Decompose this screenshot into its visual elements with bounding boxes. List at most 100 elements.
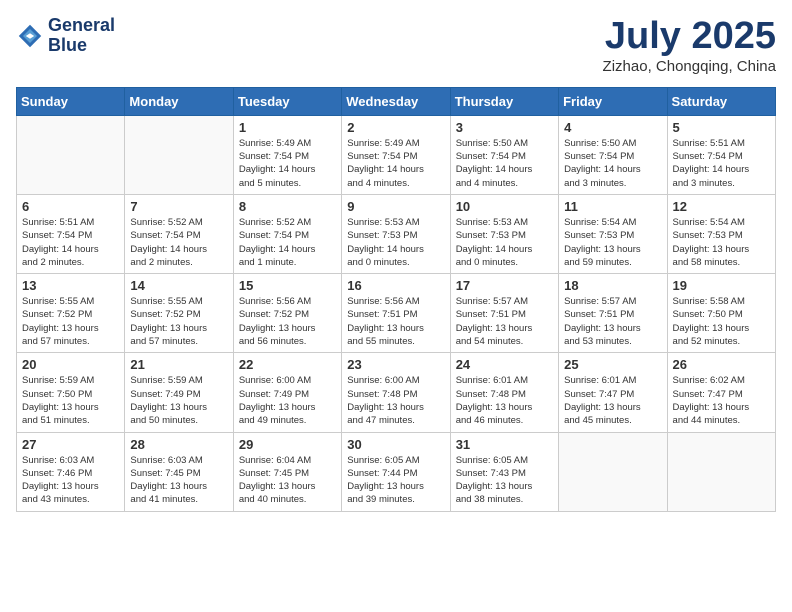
logo-icon bbox=[16, 22, 44, 50]
day-number: 6 bbox=[22, 199, 119, 214]
day-number: 19 bbox=[673, 278, 770, 293]
day-number: 17 bbox=[456, 278, 553, 293]
day-number: 24 bbox=[456, 357, 553, 372]
calendar-cell: 21 Sunrise: 5:59 AM Sunset: 7:49 PM Dayli… bbox=[125, 353, 233, 432]
weekday-header-sunday: Sunday bbox=[17, 87, 125, 115]
calendar-cell: 8 Sunrise: 5:52 AM Sunset: 7:54 PM Daylig… bbox=[233, 194, 341, 273]
day-number: 25 bbox=[564, 357, 661, 372]
day-number: 21 bbox=[130, 357, 227, 372]
logo: General Blue bbox=[16, 16, 115, 56]
calendar-week-row: 13Sunrise: 5:55 AM Sunset: 7:52 PM Dayli… bbox=[17, 274, 776, 353]
day-info: Sunrise: 5:57 AM Sunset: 7:51 PM Dayligh… bbox=[564, 295, 661, 348]
calendar-cell: 6 Sunrise: 5:51 AM Sunset: 7:54 PM Daylig… bbox=[17, 194, 125, 273]
day-info: Sunrise: 6:02 AM Sunset: 7:47 PM Dayligh… bbox=[673, 374, 770, 427]
calendar-cell: 15 Sunrise: 5:56 AM Sunset: 7:52 PM Dayli… bbox=[233, 274, 341, 353]
day-info: Sunrise: 6:05 AM Sunset: 7:43 PM Dayligh… bbox=[456, 454, 553, 507]
calendar-cell: 22 Sunrise: 6:00 AM Sunset: 7:49 PM Dayli… bbox=[233, 353, 341, 432]
day-info: Sunrise: 5:53 AM Sunset: 7:53 PM Dayligh… bbox=[456, 216, 553, 269]
day-number: 26 bbox=[673, 357, 770, 372]
calendar-cell: 25 Sunrise: 6:01 AM Sunset: 7:47 PM Dayli… bbox=[559, 353, 667, 432]
calendar-cell bbox=[667, 432, 775, 511]
calendar-cell: 31 Sunrise: 6:05 AM Sunset: 7:43 PM Dayli… bbox=[450, 432, 558, 511]
calendar-cell: 13Sunrise: 5:55 AM Sunset: 7:52 PM Dayli… bbox=[17, 274, 125, 353]
day-number: 3 bbox=[456, 120, 553, 135]
calendar-cell: 14 Sunrise: 5:55 AM Sunset: 7:52 PM Dayli… bbox=[125, 274, 233, 353]
day-info: Sunrise: 6:01 AM Sunset: 7:48 PM Dayligh… bbox=[456, 374, 553, 427]
day-info: Sunrise: 5:54 AM Sunset: 7:53 PM Dayligh… bbox=[673, 216, 770, 269]
day-number: 27 bbox=[22, 437, 119, 452]
calendar-cell: 12 Sunrise: 5:54 AM Sunset: 7:53 PM Dayli… bbox=[667, 194, 775, 273]
calendar-cell: 30 Sunrise: 6:05 AM Sunset: 7:44 PM Dayli… bbox=[342, 432, 450, 511]
day-number: 8 bbox=[239, 199, 336, 214]
calendar-cell: 27 Sunrise: 6:03 AM Sunset: 7:46 PM Dayli… bbox=[17, 432, 125, 511]
day-info: Sunrise: 5:49 AM Sunset: 7:54 PM Dayligh… bbox=[239, 137, 336, 190]
calendar-cell: 1 Sunrise: 5:49 AM Sunset: 7:54 PM Daylig… bbox=[233, 115, 341, 194]
day-number: 15 bbox=[239, 278, 336, 293]
calendar-week-row: 1 Sunrise: 5:49 AM Sunset: 7:54 PM Daylig… bbox=[17, 115, 776, 194]
day-info: Sunrise: 6:03 AM Sunset: 7:46 PM Dayligh… bbox=[22, 454, 119, 507]
weekday-header-friday: Friday bbox=[559, 87, 667, 115]
weekday-header-tuesday: Tuesday bbox=[233, 87, 341, 115]
day-info: Sunrise: 5:55 AM Sunset: 7:52 PM Dayligh… bbox=[22, 295, 119, 348]
day-number: 12 bbox=[673, 199, 770, 214]
calendar-cell: 10Sunrise: 5:53 AM Sunset: 7:53 PM Dayli… bbox=[450, 194, 558, 273]
month-title: July 2025 bbox=[603, 16, 776, 58]
calendar-table: SundayMondayTuesdayWednesdayThursdayFrid… bbox=[16, 87, 776, 512]
day-info: Sunrise: 6:00 AM Sunset: 7:48 PM Dayligh… bbox=[347, 374, 444, 427]
day-info: Sunrise: 5:59 AM Sunset: 7:50 PM Dayligh… bbox=[22, 374, 119, 427]
day-info: Sunrise: 6:04 AM Sunset: 7:45 PM Dayligh… bbox=[239, 454, 336, 507]
day-number: 11 bbox=[564, 199, 661, 214]
calendar-week-row: 6 Sunrise: 5:51 AM Sunset: 7:54 PM Daylig… bbox=[17, 194, 776, 273]
calendar-cell: 9 Sunrise: 5:53 AM Sunset: 7:53 PM Daylig… bbox=[342, 194, 450, 273]
day-number: 4 bbox=[564, 120, 661, 135]
calendar-cell bbox=[17, 115, 125, 194]
day-number: 9 bbox=[347, 199, 444, 214]
calendar-cell: 7Sunrise: 5:52 AM Sunset: 7:54 PM Daylig… bbox=[125, 194, 233, 273]
calendar-cell: 16Sunrise: 5:56 AM Sunset: 7:51 PM Dayli… bbox=[342, 274, 450, 353]
calendar-cell: 17 Sunrise: 5:57 AM Sunset: 7:51 PM Dayli… bbox=[450, 274, 558, 353]
day-number: 22 bbox=[239, 357, 336, 372]
calendar-cell: 26 Sunrise: 6:02 AM Sunset: 7:47 PM Dayli… bbox=[667, 353, 775, 432]
day-number: 20 bbox=[22, 357, 119, 372]
day-number: 29 bbox=[239, 437, 336, 452]
day-info: Sunrise: 6:00 AM Sunset: 7:49 PM Dayligh… bbox=[239, 374, 336, 427]
day-info: Sunrise: 5:52 AM Sunset: 7:54 PM Dayligh… bbox=[239, 216, 336, 269]
calendar-cell: 2Sunrise: 5:49 AM Sunset: 7:54 PM Daylig… bbox=[342, 115, 450, 194]
calendar-cell: 29 Sunrise: 6:04 AM Sunset: 7:45 PM Dayli… bbox=[233, 432, 341, 511]
day-number: 18 bbox=[564, 278, 661, 293]
weekday-header-saturday: Saturday bbox=[667, 87, 775, 115]
day-info: Sunrise: 5:53 AM Sunset: 7:53 PM Dayligh… bbox=[347, 216, 444, 269]
day-info: Sunrise: 6:01 AM Sunset: 7:47 PM Dayligh… bbox=[564, 374, 661, 427]
calendar-week-row: 27 Sunrise: 6:03 AM Sunset: 7:46 PM Dayli… bbox=[17, 432, 776, 511]
day-info: Sunrise: 5:51 AM Sunset: 7:54 PM Dayligh… bbox=[22, 216, 119, 269]
weekday-header-row: SundayMondayTuesdayWednesdayThursdayFrid… bbox=[17, 87, 776, 115]
day-info: Sunrise: 5:59 AM Sunset: 7:49 PM Dayligh… bbox=[130, 374, 227, 427]
title-block: July 2025 Zizhao, Chongqing, China bbox=[603, 16, 776, 75]
calendar-cell: 20 Sunrise: 5:59 AM Sunset: 7:50 PM Dayli… bbox=[17, 353, 125, 432]
page-header: General Blue July 2025 Zizhao, Chongqing… bbox=[16, 16, 776, 75]
calendar-cell: 24 Sunrise: 6:01 AM Sunset: 7:48 PM Dayli… bbox=[450, 353, 558, 432]
calendar-cell: 5 Sunrise: 5:51 AM Sunset: 7:54 PM Daylig… bbox=[667, 115, 775, 194]
day-number: 16 bbox=[347, 278, 444, 293]
day-info: Sunrise: 5:51 AM Sunset: 7:54 PM Dayligh… bbox=[673, 137, 770, 190]
calendar-cell bbox=[125, 115, 233, 194]
calendar-cell: 11 Sunrise: 5:54 AM Sunset: 7:53 PM Dayli… bbox=[559, 194, 667, 273]
day-info: Sunrise: 5:58 AM Sunset: 7:50 PM Dayligh… bbox=[673, 295, 770, 348]
day-number: 31 bbox=[456, 437, 553, 452]
day-number: 30 bbox=[347, 437, 444, 452]
day-info: Sunrise: 5:54 AM Sunset: 7:53 PM Dayligh… bbox=[564, 216, 661, 269]
logo-text: General Blue bbox=[48, 16, 115, 56]
calendar-cell bbox=[559, 432, 667, 511]
day-info: Sunrise: 6:05 AM Sunset: 7:44 PM Dayligh… bbox=[347, 454, 444, 507]
day-number: 14 bbox=[130, 278, 227, 293]
day-info: Sunrise: 5:57 AM Sunset: 7:51 PM Dayligh… bbox=[456, 295, 553, 348]
day-info: Sunrise: 5:55 AM Sunset: 7:52 PM Dayligh… bbox=[130, 295, 227, 348]
calendar-cell: 4Sunrise: 5:50 AM Sunset: 7:54 PM Daylig… bbox=[559, 115, 667, 194]
calendar-cell: 18 Sunrise: 5:57 AM Sunset: 7:51 PM Dayli… bbox=[559, 274, 667, 353]
weekday-header-thursday: Thursday bbox=[450, 87, 558, 115]
calendar-week-row: 20 Sunrise: 5:59 AM Sunset: 7:50 PM Dayli… bbox=[17, 353, 776, 432]
day-number: 2 bbox=[347, 120, 444, 135]
day-number: 1 bbox=[239, 120, 336, 135]
day-info: Sunrise: 5:56 AM Sunset: 7:52 PM Dayligh… bbox=[239, 295, 336, 348]
day-number: 5 bbox=[673, 120, 770, 135]
